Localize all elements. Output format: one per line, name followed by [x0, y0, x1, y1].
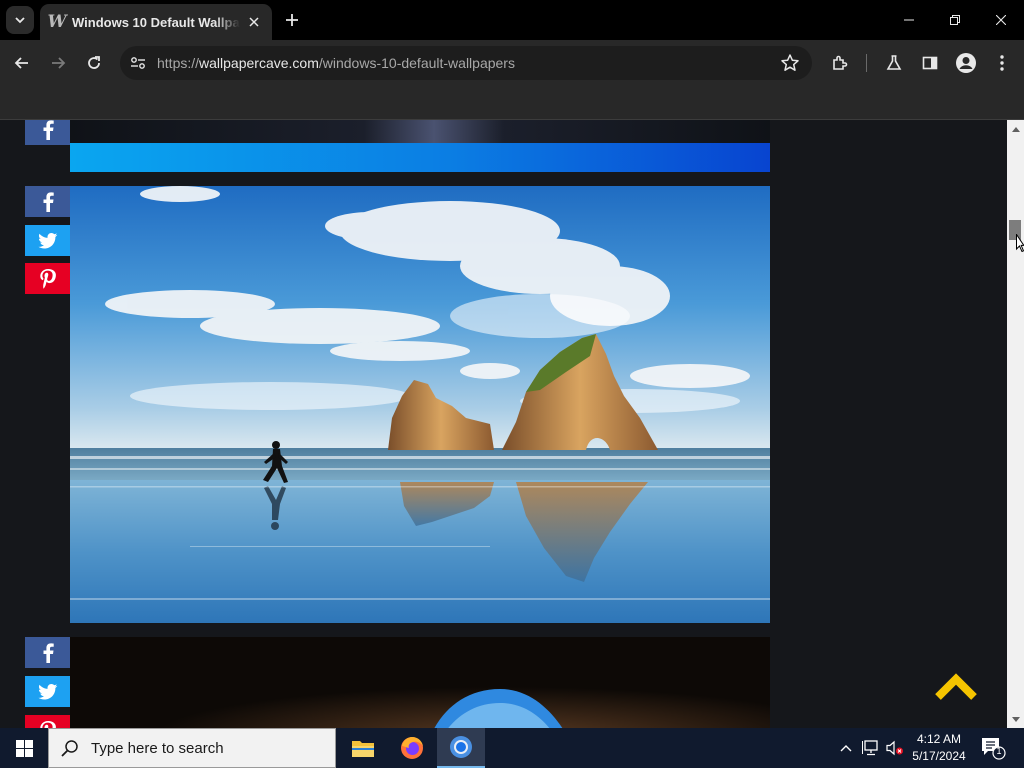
site-settings-icon[interactable] [130, 55, 146, 71]
back-button[interactable] [7, 48, 37, 78]
search-icon [61, 740, 78, 757]
bookmarks-bar [0, 86, 1024, 120]
triangle-down-icon [1011, 716, 1020, 722]
scroll-up-button[interactable] [1007, 120, 1024, 137]
chrome-icon [450, 736, 472, 758]
pinterest-share-button[interactable] [25, 263, 70, 294]
labs-button[interactable] [879, 48, 909, 78]
tab-title: Windows 10 Default Wallpapers | Wallpape… [72, 14, 240, 30]
windows-logo-icon [15, 739, 33, 757]
wallpaper-image-partial-bottom[interactable] [70, 637, 770, 728]
pinterest-icon [39, 268, 56, 289]
reload-button[interactable] [79, 48, 109, 78]
twitter-share-button[interactable] [25, 676, 70, 707]
restore-button[interactable] [932, 0, 978, 40]
arrow-left-icon [14, 57, 28, 69]
twitter-share-button[interactable] [25, 225, 70, 256]
facebook-share-button[interactable] [25, 120, 70, 145]
action-center-button[interactable]: 1 [980, 736, 1006, 760]
taskbar-chrome[interactable] [437, 728, 485, 768]
facebook-icon [43, 642, 54, 663]
twitter-icon [37, 232, 57, 249]
chevron-down-icon [15, 17, 25, 24]
more-vertical-icon [1000, 55, 1004, 71]
network-icon [862, 740, 878, 756]
address-bar[interactable]: https://wallpapercave.com/windows-10-def… [120, 46, 812, 80]
bookmark-star-icon[interactable] [780, 53, 800, 73]
facebook-icon [43, 191, 54, 212]
volume-button[interactable] [885, 738, 905, 758]
tab-strip: W Windows 10 Default Wallpapers | Wallpa… [0, 0, 1024, 40]
page-scrollbar[interactable] [1007, 120, 1024, 728]
puzzle-icon [833, 55, 848, 70]
taskbar-file-explorer[interactable] [339, 728, 387, 768]
side-panel-icon [922, 56, 938, 70]
menu-button[interactable] [987, 48, 1017, 78]
plus-icon [286, 14, 298, 26]
extensions-button[interactable] [825, 48, 855, 78]
mouse-cursor-icon [1016, 234, 1024, 252]
twitter-icon [37, 683, 57, 700]
folder-icon [352, 741, 374, 757]
chevron-up-icon [840, 745, 852, 752]
close-icon [249, 17, 259, 27]
side-panel-button[interactable] [915, 48, 945, 78]
taskbar-search-box[interactable]: Type here to search [48, 728, 336, 768]
facebook-share-button[interactable] [25, 637, 70, 668]
triangle-up-icon [1011, 126, 1020, 132]
show-hidden-icons-button[interactable] [836, 738, 856, 758]
minimize-button[interactable] [886, 0, 932, 40]
facebook-icon [43, 120, 54, 140]
minimize-icon [904, 19, 914, 21]
restore-icon [950, 15, 960, 25]
clock-date: 5/17/2024 [912, 749, 966, 763]
pinterest-icon [39, 720, 56, 728]
network-button[interactable] [861, 738, 881, 758]
wallpaper-image-windows-10-beach[interactable] [70, 186, 770, 623]
avatar-icon [956, 53, 976, 73]
scroll-down-button[interactable] [1007, 711, 1024, 728]
url-text: https://wallpapercave.com/windows-10-def… [157, 55, 515, 71]
toolbar-divider [866, 54, 867, 72]
tab-close-button[interactable] [244, 12, 264, 32]
notification-count: 1 [996, 746, 1002, 756]
reload-icon [88, 56, 100, 69]
tab-active[interactable]: W Windows 10 Default Wallpapers | Wallpa… [40, 4, 272, 40]
close-icon [996, 15, 1006, 25]
taskbar-firefox[interactable] [388, 728, 436, 768]
tab-search-button[interactable] [6, 6, 34, 34]
windows-taskbar: Type here to search 4:12 AM 5/17/2024 1 [0, 728, 1024, 768]
close-window-button[interactable] [978, 0, 1024, 40]
start-button[interactable] [0, 728, 48, 768]
taskbar-search-placeholder: Type here to search [91, 739, 224, 757]
profile-button[interactable] [951, 48, 981, 78]
forward-button[interactable] [43, 48, 73, 78]
firefox-icon [401, 737, 423, 759]
pinterest-share-button[interactable] [25, 715, 70, 728]
arrow-right-icon [52, 57, 66, 69]
clock-time: 4:12 AM [916, 732, 962, 746]
back-to-top-icon[interactable] [934, 673, 978, 701]
taskbar-clock[interactable]: 4:12 AM 5/17/2024 [906, 731, 972, 765]
facebook-share-button[interactable] [25, 186, 70, 217]
volume-muted-icon [886, 740, 903, 756]
wallpapercave-favicon-icon: W [47, 12, 67, 32]
wallpaper-image-partial-top[interactable] [70, 120, 770, 172]
web-page-content [0, 120, 1007, 728]
flask-icon [886, 55, 902, 70]
new-tab-button[interactable] [280, 8, 304, 32]
